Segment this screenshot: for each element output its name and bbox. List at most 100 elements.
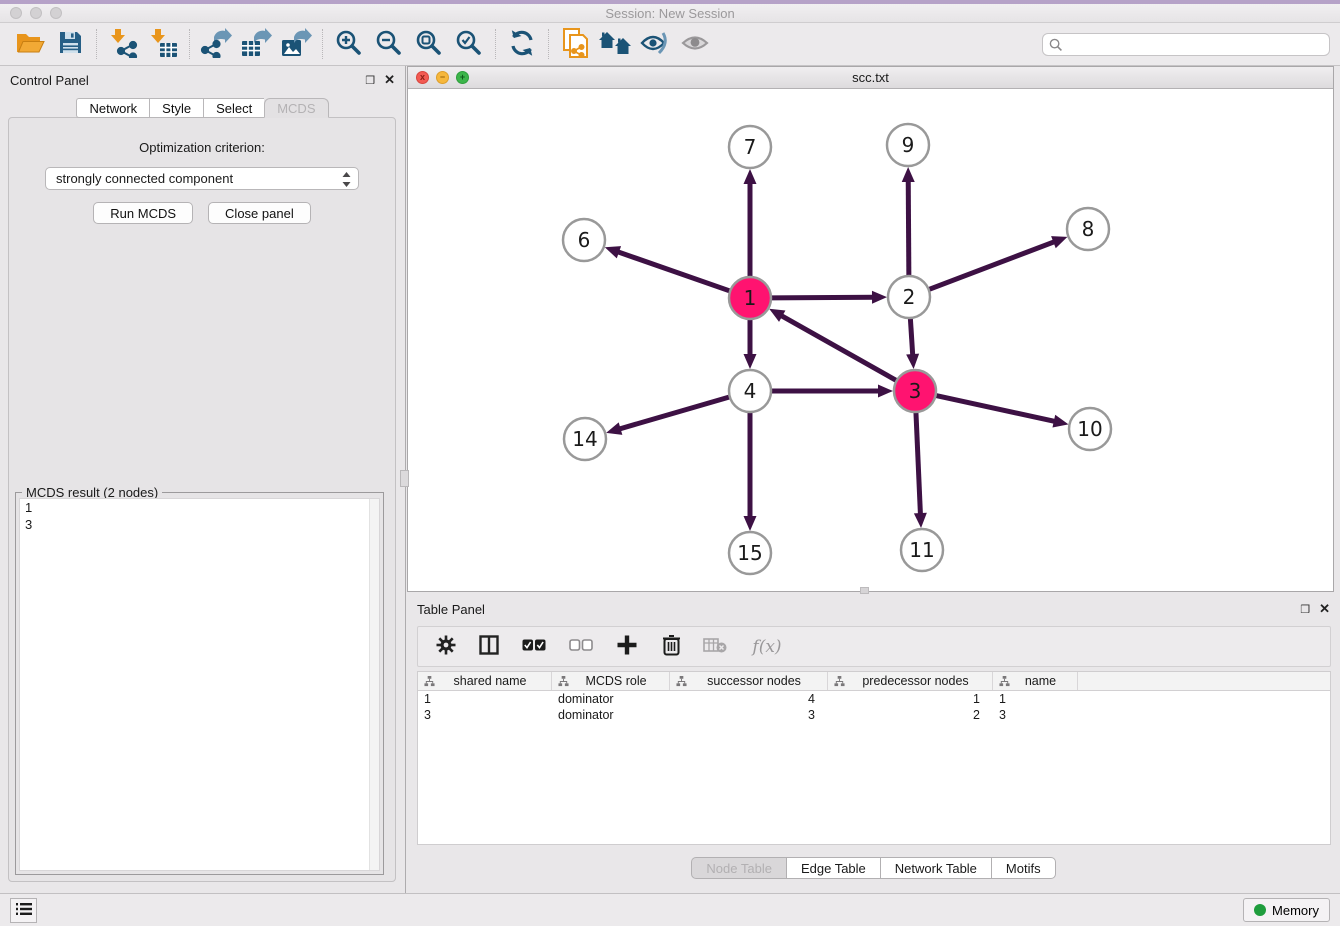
zoom-selected-icon	[455, 29, 483, 60]
search-icon	[1049, 38, 1063, 55]
network-view-window: x − + scc.txt 7968124314101511	[407, 66, 1334, 592]
memory-button[interactable]: Memory	[1243, 898, 1330, 922]
graph-edge[interactable]	[771, 297, 875, 298]
column-header-MCDS-role[interactable]: MCDS role	[552, 672, 670, 690]
graph-edge[interactable]	[618, 397, 730, 430]
table-cell[interactable]: 3	[993, 708, 1078, 722]
export-image-button[interactable]	[276, 26, 316, 62]
reset-views-button[interactable]	[595, 26, 635, 62]
table-cell[interactable]: 2	[828, 708, 993, 722]
zoom-fit-button[interactable]	[409, 26, 449, 62]
control-tab-mcds[interactable]: MCDS	[264, 98, 328, 118]
table-tab-motifs[interactable]: Motifs	[991, 857, 1056, 879]
show-column-panel-button[interactable]	[477, 629, 501, 665]
clone-network-button[interactable]	[555, 26, 595, 62]
table-tab-edge-table[interactable]: Edge Table	[786, 857, 880, 879]
open-folder-icon	[15, 31, 45, 58]
run-mcds-button[interactable]: Run MCDS	[93, 202, 193, 224]
mcds-result-box: MCDS result (2 nodes) 13	[15, 492, 384, 875]
trash-icon	[662, 634, 681, 659]
table-tab-node-table[interactable]: Node Table	[691, 857, 786, 879]
network-window-titlebar[interactable]: x − + scc.txt	[408, 67, 1333, 89]
graph-edge-arrowhead	[872, 291, 887, 304]
table-settings-button[interactable]	[434, 629, 458, 665]
float-table-panel-icon[interactable]: ❒	[1300, 603, 1310, 616]
save-session-button[interactable]	[50, 26, 90, 62]
graph-edge[interactable]	[908, 179, 909, 276]
open-file-button[interactable]	[10, 26, 50, 62]
table-cell[interactable]: 3	[418, 708, 552, 722]
table-row[interactable]: 1dominator411	[418, 691, 1330, 707]
task-history-button[interactable]	[10, 898, 37, 923]
import-table-button[interactable]	[143, 26, 183, 62]
delete-table-button[interactable]	[702, 629, 728, 665]
table-header-row: shared nameMCDS rolesuccessor nodesprede…	[418, 672, 1330, 691]
search-input[interactable]	[1042, 33, 1330, 56]
column-header-name[interactable]: name	[993, 672, 1078, 690]
function-builder-button[interactable]: f(x)	[747, 629, 787, 665]
table-cell[interactable]: dominator	[552, 692, 670, 706]
control-tab-select[interactable]: Select	[203, 98, 264, 118]
node-table[interactable]: shared nameMCDS rolesuccessor nodesprede…	[417, 671, 1331, 845]
table-cell[interactable]: 1	[828, 692, 993, 706]
graph-node-label: 10	[1077, 417, 1102, 441]
graph-edge-arrowhead	[744, 169, 757, 184]
table-cell[interactable]: 3	[670, 708, 828, 722]
column-header-predecessor-nodes[interactable]: predecessor nodes	[828, 672, 993, 690]
graph-node-label: 7	[744, 135, 757, 159]
graph-node-label: 1	[744, 286, 757, 310]
graph-edge-arrowhead	[606, 422, 622, 434]
table-toolbar: f(x)	[417, 626, 1331, 667]
graph-edge[interactable]	[780, 315, 897, 381]
clone-network-icon	[561, 27, 589, 62]
close-panel-icon[interactable]: ✕	[384, 72, 395, 88]
zoom-selected-button[interactable]	[449, 26, 489, 62]
close-table-panel-icon[interactable]: ✕	[1319, 601, 1330, 617]
export-network-button[interactable]	[196, 26, 236, 62]
delete-column-button[interactable]	[659, 629, 683, 665]
control-tab-network[interactable]: Network	[76, 98, 149, 118]
table-cell[interactable]: 1	[418, 692, 552, 706]
table-cell[interactable]: 4	[670, 692, 828, 706]
control-tab-style[interactable]: Style	[149, 98, 203, 118]
mcds-result-lines: 13	[20, 499, 379, 533]
select-all-button[interactable]	[520, 629, 548, 665]
canvas-resize-handle[interactable]	[860, 587, 869, 594]
network-canvas[interactable]: 7968124314101511	[408, 89, 1333, 591]
result-scrollbar[interactable]	[369, 499, 379, 870]
graph-node-label: 8	[1082, 217, 1095, 241]
graph-edge[interactable]	[616, 251, 730, 291]
split-pane-divider-handle[interactable]	[400, 470, 409, 487]
column-header-shared-name[interactable]: shared name	[418, 672, 552, 690]
table-body: 1dominator4113dominator323	[418, 691, 1330, 723]
import-network-button[interactable]	[103, 26, 143, 62]
zoom-in-button[interactable]	[329, 26, 369, 62]
graph-node-label: 14	[572, 427, 597, 451]
columns-icon	[479, 635, 499, 658]
table-tab-network-table[interactable]: Network Table	[880, 857, 991, 879]
graph-node-label: 11	[909, 538, 934, 562]
graph-edge[interactable]	[936, 395, 1057, 421]
close-panel-button[interactable]: Close panel	[208, 202, 311, 224]
table-cell[interactable]: 1	[993, 692, 1078, 706]
export-table-button[interactable]	[236, 26, 276, 62]
table-panel: Table Panel ❒ ✕	[407, 595, 1340, 887]
graph-edge[interactable]	[910, 318, 912, 357]
optimization-criterion-select[interactable]: strongly connected component	[45, 167, 359, 190]
network-graph-svg: 7968124314101511	[408, 89, 1333, 591]
show-all-button[interactable]	[675, 26, 715, 62]
column-header-successor-nodes[interactable]: successor nodes	[670, 672, 828, 690]
export-table-icon	[240, 28, 272, 61]
mcds-result-list[interactable]: 13	[19, 498, 380, 871]
apply-layout-button[interactable]	[502, 26, 542, 62]
deselect-all-button[interactable]	[567, 629, 595, 665]
zoom-out-button[interactable]	[369, 26, 409, 62]
float-panel-icon[interactable]: ❒	[365, 74, 375, 87]
graph-edge[interactable]	[916, 412, 921, 516]
hide-selected-button[interactable]	[635, 26, 675, 62]
table-cell[interactable]: dominator	[552, 708, 670, 722]
add-column-button[interactable]	[614, 629, 640, 665]
graph-edge[interactable]	[929, 241, 1057, 289]
table-row[interactable]: 3dominator323	[418, 707, 1330, 723]
gear-icon	[436, 635, 456, 658]
